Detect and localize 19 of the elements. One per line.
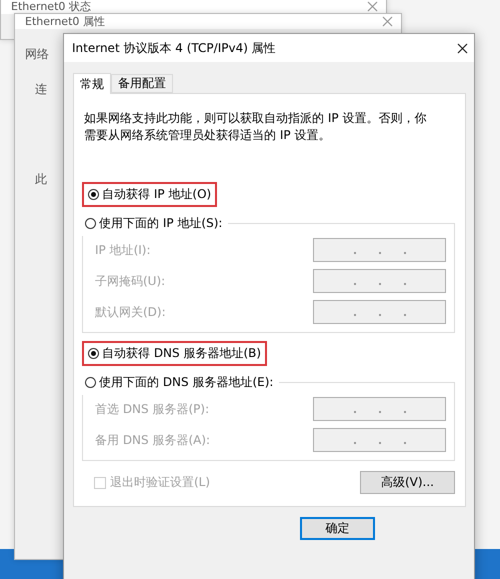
- field-label: 备用 DNS 服务器(A):: [94, 432, 210, 448]
- radio-option[interactable]: 自动获得 IP 地址(O): [82, 182, 218, 207]
- field-label: IP 地址(I):: [94, 242, 151, 258]
- close-icon[interactable]: [457, 42, 468, 54]
- tab[interactable]: 备用配置: [111, 74, 173, 93]
- window-title: Internet 协议版本 4 (TCP/IPv4) 属性: [72, 40, 276, 56]
- label: 此: [35, 171, 47, 188]
- window-title: Ethernet0 状态: [11, 0, 91, 14]
- field-label: 子网掩码(U):: [94, 272, 166, 290]
- label: 网络: [25, 46, 49, 63]
- radio-option[interactable]: 自动获得 DNS 服务器地址(B): [82, 341, 268, 366]
- ok-button[interactable]: 确定: [300, 517, 375, 540]
- tab[interactable]: 常规: [73, 73, 111, 94]
- advanced-button[interactable]: 高级(V)...: [360, 471, 455, 494]
- window-title: Ethernet0 属性: [25, 14, 105, 29]
- field-label: 首选 DNS 服务器(P):: [94, 400, 210, 418]
- field-label: 默认网关(D):: [94, 304, 166, 320]
- description: 如果网络支持此功能，则可以获取自动指派的 IP 设置。否则，你需要从网络系统管理员处获得适当的 IP 设置。: [84, 110, 428, 144]
- label: 连: [35, 81, 47, 98]
